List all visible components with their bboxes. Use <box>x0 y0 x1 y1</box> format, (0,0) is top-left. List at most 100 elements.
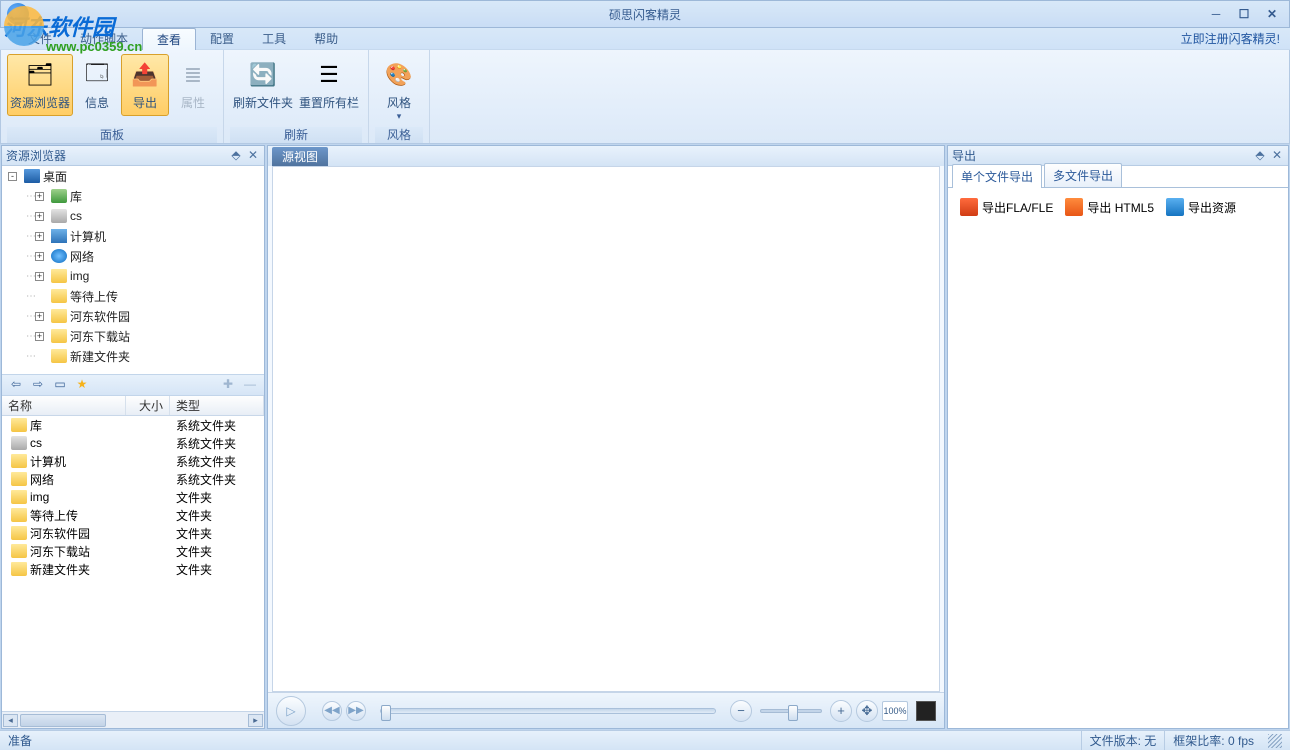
network-icon <box>51 249 67 263</box>
file-list[interactable]: 库系统文件夹cs系统文件夹计算机系统文件夹网络系统文件夹img文件夹等待上传文件… <box>2 416 264 711</box>
menu-帮助[interactable]: 帮助 <box>300 28 352 50</box>
list-item[interactable]: 等待上传文件夹 <box>2 506 264 524</box>
menu-查看[interactable]: 查看 <box>142 28 196 50</box>
tab-source-view[interactable]: 源视图 <box>272 147 328 166</box>
statusbar: 准备 文件版本: 无 框架比率: 0 fps <box>0 730 1290 750</box>
fit-button[interactable]: ✥ <box>856 700 878 722</box>
tree-node[interactable]: ⋯+cs <box>2 206 264 226</box>
maximize-button[interactable]: ☐ <box>1233 6 1255 22</box>
tree-node[interactable]: ⋯+库 <box>2 186 264 206</box>
tree-toggle-icon[interactable]: + <box>35 332 44 341</box>
prev-frame-button[interactable]: ◀◀ <box>322 701 342 721</box>
tree-node[interactable]: ⋯+河东软件园 <box>2 306 264 326</box>
tree-toggle-icon[interactable]: + <box>35 312 44 321</box>
list-item[interactable]: 河东下载站文件夹 <box>2 542 264 560</box>
menu-配置[interactable]: 配置 <box>196 28 248 50</box>
close-button[interactable]: ✕ <box>1261 6 1283 22</box>
scroll-thumb[interactable] <box>20 714 106 727</box>
tree-node[interactable]: ⋯等待上传 <box>2 286 264 306</box>
pin-icon[interactable]: ⬘ <box>229 149 243 163</box>
menu-文件[interactable]: 文件 <box>14 28 66 50</box>
add-icon[interactable]: ✚ <box>220 377 236 393</box>
ribbon-group-风格: 🎨风格▾风格 <box>369 50 430 143</box>
scroll-left-icon[interactable]: ◂ <box>3 714 18 727</box>
ribbon-刷新文件夹[interactable]: 🔄刷新文件夹 <box>230 54 296 116</box>
list-item[interactable]: 网络系统文件夹 <box>2 470 264 488</box>
tree-toggle-icon <box>35 352 44 361</box>
tree-toggle-icon[interactable]: + <box>35 212 44 221</box>
tree-node[interactable]: ⋯+img <box>2 266 264 286</box>
column-type[interactable]: 类型 <box>170 396 264 415</box>
up-icon[interactable]: ▭ <box>52 377 68 393</box>
register-link[interactable]: 立即注册闪客精灵! <box>1181 30 1280 47</box>
folder-icon <box>11 454 27 468</box>
panel-close-icon[interactable]: ✕ <box>246 149 260 163</box>
favorite-icon[interactable]: ★ <box>74 377 90 393</box>
forward-icon[interactable]: ⇨ <box>30 377 46 393</box>
list-item[interactable]: 库系统文件夹 <box>2 416 264 434</box>
tree-toggle-icon[interactable]: - <box>8 172 17 181</box>
pin-icon[interactable]: ⬘ <box>1253 149 1267 163</box>
list-item[interactable]: 河东软件园文件夹 <box>2 524 264 542</box>
export-tab-1[interactable]: 多文件导出 <box>1044 163 1122 187</box>
menu-动作脚本[interactable]: 动作脚本 <box>66 28 142 50</box>
timeline-slider[interactable] <box>380 708 716 714</box>
zoom-100-button[interactable]: 100% <box>882 701 908 721</box>
tree-toggle-icon[interactable]: + <box>35 252 44 261</box>
menu-工具[interactable]: 工具 <box>248 28 300 50</box>
folder-icon <box>51 309 67 323</box>
tree-node[interactable]: ⋯+网络 <box>2 246 264 266</box>
folder-icon <box>11 526 27 540</box>
export-tab-0[interactable]: 单个文件导出 <box>952 164 1042 188</box>
status-file-version: 文件版本: 无 <box>1081 731 1165 750</box>
ribbon-属性: ≣属性 <box>169 54 217 116</box>
back-icon[interactable]: ⇦ <box>8 377 24 393</box>
folder-tree[interactable]: -桌面⋯+库⋯+cs⋯+计算机⋯+网络⋯+img⋯等待上传⋯+河东软件园⋯+河东… <box>2 166 264 374</box>
list-item[interactable]: img文件夹 <box>2 488 264 506</box>
column-size[interactable]: 大小 <box>126 396 170 415</box>
folder-icon <box>11 562 27 576</box>
zoom-in-button[interactable]: + <box>830 700 852 722</box>
ribbon-风格[interactable]: 🎨风格▾ <box>375 54 423 127</box>
panel-close-icon[interactable]: ✕ <box>1270 149 1284 163</box>
tree-label: img <box>70 269 89 283</box>
tree-node[interactable]: ⋯新建文件夹 <box>2 346 264 366</box>
tree-node[interactable]: ⋯+河东下载站 <box>2 326 264 346</box>
list-item[interactable]: 新建文件夹文件夹 <box>2 560 264 578</box>
folder-icon <box>11 472 27 486</box>
zoom-slider[interactable] <box>760 709 822 713</box>
resource-browser-title: 资源浏览器 <box>6 147 66 164</box>
export-html5[interactable]: 导出 HTML5 <box>1061 196 1158 218</box>
list-item[interactable]: cs系统文件夹 <box>2 434 264 452</box>
tree-label: cs <box>70 209 82 223</box>
ribbon-信息[interactable]: 🗔信息 <box>73 54 121 116</box>
fullscreen-button[interactable] <box>916 701 936 721</box>
ribbon-资源浏览器[interactable]: 🗂资源浏览器 <box>7 54 73 116</box>
window-controls: ─ ☐ ✕ <box>1205 6 1283 22</box>
folder-icon <box>51 329 67 343</box>
column-name[interactable]: 名称 <box>2 396 126 415</box>
list-item[interactable]: 计算机系统文件夹 <box>2 452 264 470</box>
export-res[interactable]: 导出资源 <box>1162 196 1240 218</box>
tree-toggle-icon[interactable]: + <box>35 232 44 241</box>
remove-icon[interactable]: — <box>242 377 258 393</box>
ribbon-重置所有栏[interactable]: ☰重置所有栏 <box>296 54 362 116</box>
导出-icon: 📤 <box>129 59 161 91</box>
minimize-button[interactable]: ─ <box>1205 6 1227 22</box>
next-frame-button[interactable]: ▶▶ <box>346 701 366 721</box>
scroll-right-icon[interactable]: ▸ <box>248 714 263 727</box>
folder-icon <box>11 508 27 522</box>
tree-node[interactable]: ⋯+计算机 <box>2 226 264 246</box>
tree-toggle-icon[interactable]: + <box>35 192 44 201</box>
tree-node[interactable]: -桌面 <box>2 166 264 186</box>
horizontal-scrollbar[interactable]: ◂ ▸ <box>2 711 264 728</box>
computer-icon <box>51 229 67 243</box>
play-button[interactable]: ▷ <box>276 696 306 726</box>
zoom-out-button[interactable]: − <box>730 700 752 722</box>
tree-toggle-icon[interactable]: + <box>35 272 44 281</box>
resize-grip-icon[interactable] <box>1268 734 1282 748</box>
ribbon-导出[interactable]: 📤导出 <box>121 54 169 116</box>
export-fla[interactable]: 导出FLA/FLE <box>956 196 1057 218</box>
tree-label: 计算机 <box>70 228 106 245</box>
tree-label: 新建文件夹 <box>70 348 130 365</box>
